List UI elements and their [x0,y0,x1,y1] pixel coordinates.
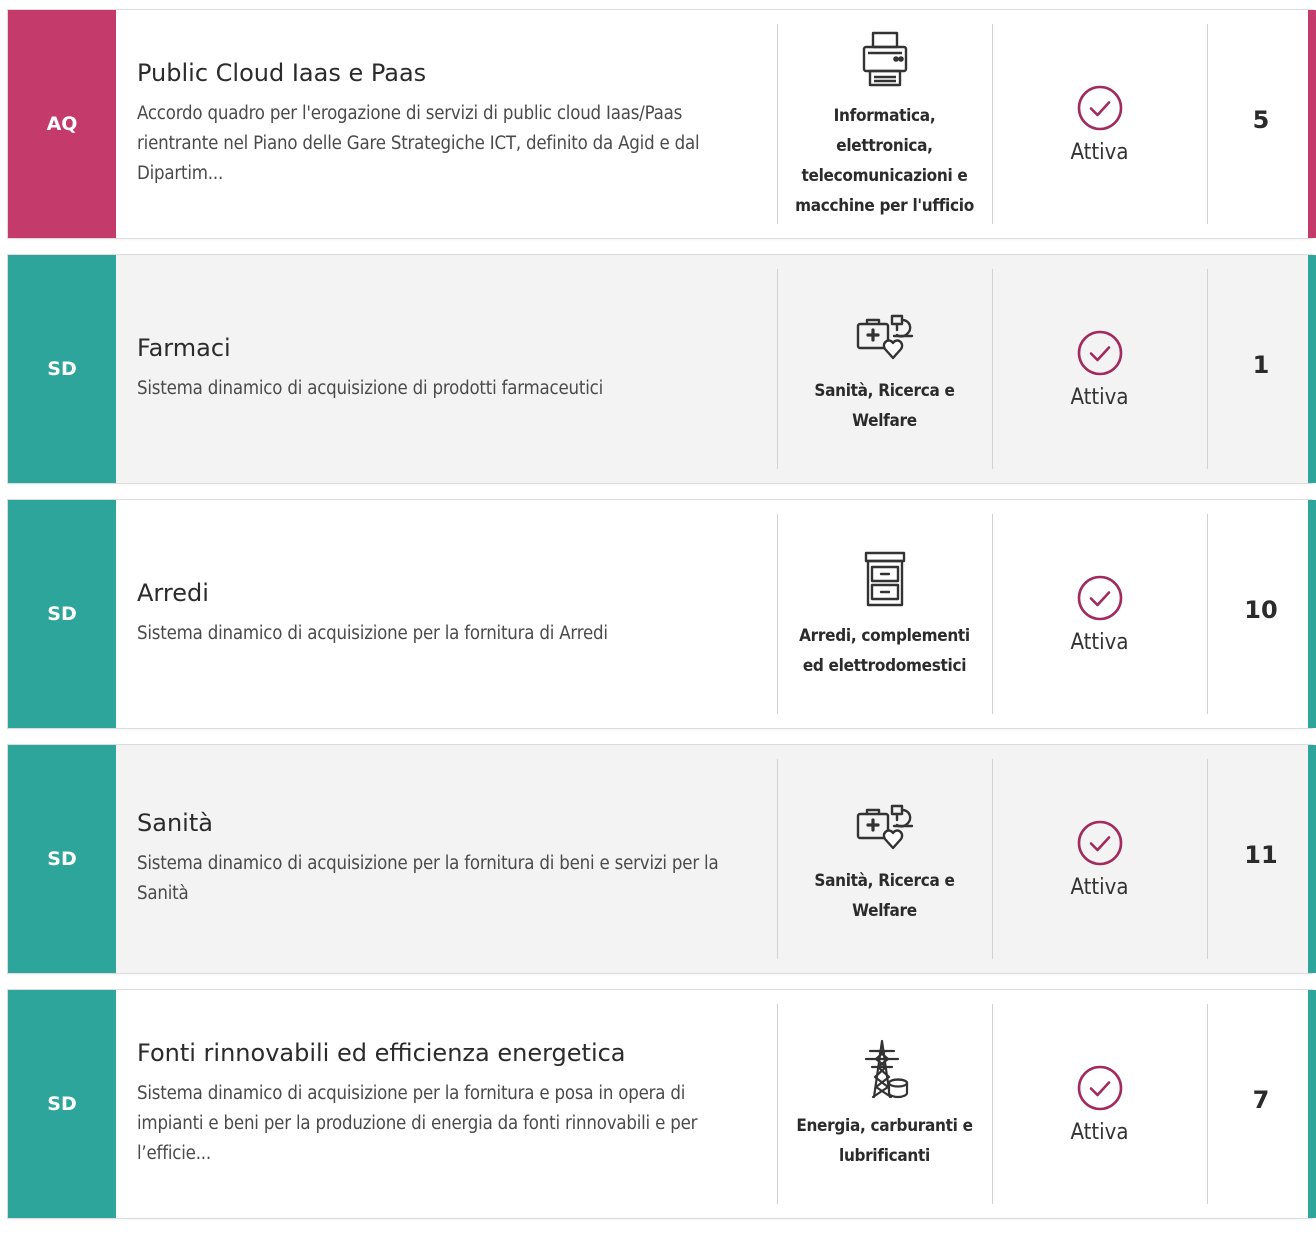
check-circle-icon [1077,1065,1122,1110]
badge-label: AQ [46,113,78,135]
initiative-title[interactable]: Arredi [137,579,777,607]
badge-label: SD [47,1093,77,1115]
status-column: Attiva [992,255,1207,483]
count-column: 10 [1207,500,1315,728]
power-tower-icon [864,1039,908,1099]
initiative-info: Arredi Sistema dinamico di acquisizione … [116,500,777,728]
health-research-icon [856,314,913,360]
category-column: Sanità, Ricerca e Welfare [777,745,992,973]
count-column: 5 [1207,10,1315,238]
lots-count: 1 [1252,351,1270,379]
initiative-card[interactable]: SD Fonti rinnovabili ed efficienza energ… [8,990,1316,1218]
count-column: 7 [1207,990,1315,1218]
initiative-info: Public Cloud Iaas e Paas Accordo quadro … [116,10,777,238]
initiative-card[interactable]: SD Sanità Sistema dinamico di acquisizio… [8,745,1316,973]
status-column: Attiva [992,990,1207,1218]
category-label: Energia, carburanti e lubrificanti [796,1116,973,1166]
category-label: Sanità, Ricerca e Welfare [814,871,955,921]
initiative-title[interactable]: Public Cloud Iaas e Paas [137,59,777,87]
status-label: Attiva [1070,1119,1129,1145]
initiative-card[interactable]: SD Arredi Sistema dinamico di acquisizio… [8,500,1316,728]
status-label: Attiva [1070,139,1129,165]
initiative-description: Sistema dinamico di acquisizione per la … [137,853,719,904]
initiatives-list: AQ Public Cloud Iaas e Paas Accordo quad… [8,10,1316,1235]
initiative-title[interactable]: Sanità [137,809,777,837]
category-column: Informatica, elettronica, telecomunicazi… [777,10,992,238]
category-label: Arredi, complementi ed elettrodomestici [799,626,970,676]
initiative-description: Sistema dinamico di acquisizione per la … [137,623,608,644]
count-column: 11 [1207,745,1315,973]
status-label: Attiva [1070,629,1129,655]
lots-count: 5 [1252,106,1270,134]
initiative-info: Farmaci Sistema dinamico di acquisizione… [116,255,777,483]
count-column: 1 [1207,255,1315,483]
initiative-description: Sistema dinamico di acquisizione per la … [137,1083,698,1164]
type-badge: AQ [8,10,116,238]
check-circle-icon [1077,820,1122,865]
initiative-description: Sistema dinamico di acquisizione di prod… [137,378,604,399]
health-research-icon [856,804,913,850]
initiative-info: Sanità Sistema dinamico di acquisizione … [116,745,777,973]
badge-label: SD [47,848,77,870]
category-column: Sanità, Ricerca e Welfare [777,255,992,483]
type-badge: SD [8,745,116,973]
status-column: Attiva [992,500,1207,728]
initiative-card[interactable]: SD Farmaci Sistema dinamico di acquisizi… [8,255,1316,483]
check-circle-icon [1077,330,1122,375]
cabinet-icon [864,551,905,607]
type-badge: SD [8,500,116,728]
initiative-card[interactable]: AQ Public Cloud Iaas e Paas Accordo quad… [8,10,1316,238]
initiative-info: Fonti rinnovabili ed efficienza energeti… [116,990,777,1218]
status-label: Attiva [1070,384,1129,410]
category-column: Arredi, complementi ed elettrodomestici [777,500,992,728]
lots-count: 7 [1252,1086,1270,1114]
status-label: Attiva [1070,874,1129,900]
category-column: Energia, carburanti e lubrificanti [777,990,992,1218]
status-column: Attiva [992,745,1207,973]
check-circle-icon [1077,85,1122,130]
initiative-description: Accordo quadro per l'erogazione di servi… [137,103,700,184]
badge-label: SD [47,358,77,380]
category-label: Sanità, Ricerca e Welfare [814,381,955,431]
initiative-title[interactable]: Farmaci [137,334,777,362]
type-badge: SD [8,990,116,1218]
initiative-title[interactable]: Fonti rinnovabili ed efficienza energeti… [137,1039,777,1067]
lots-count: 10 [1244,596,1278,624]
check-circle-icon [1077,575,1122,620]
type-badge: SD [8,255,116,483]
badge-label: SD [47,603,77,625]
lots-count: 11 [1244,841,1278,869]
category-label: Informatica, elettronica, telecomunicazi… [795,106,974,216]
printer-icon [862,31,907,87]
status-column: Attiva [992,10,1207,238]
